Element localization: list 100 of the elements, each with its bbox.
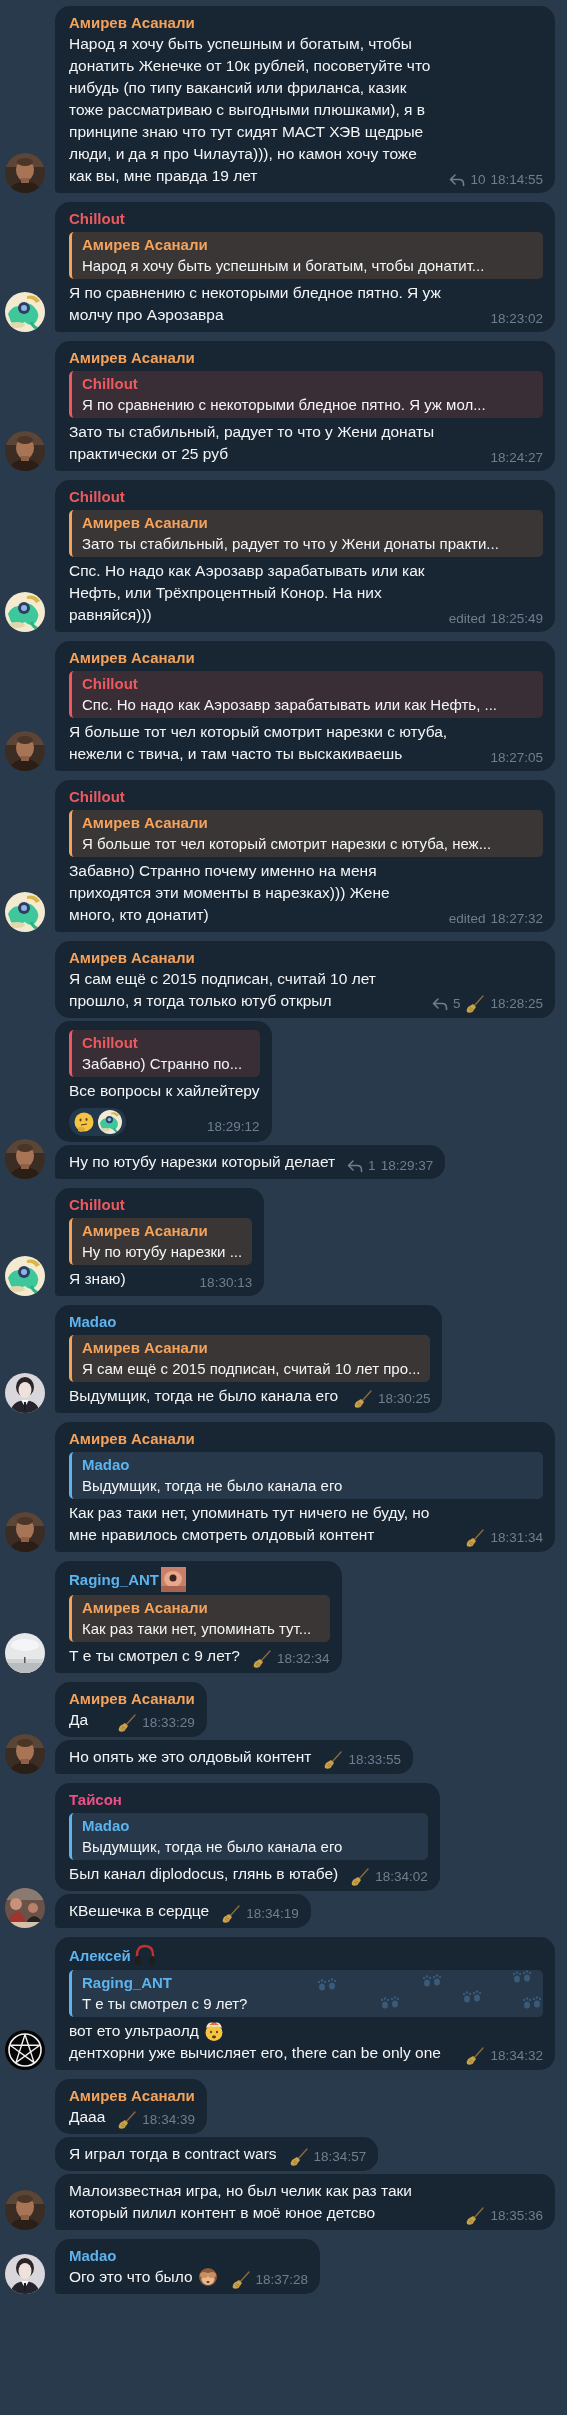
message-time: 18:37:28 bbox=[255, 2271, 309, 2289]
message-text: Дааа bbox=[69, 2108, 106, 2125]
sender-name[interactable]: Амирев Асанали bbox=[69, 347, 195, 368]
sender-name[interactable]: Madao bbox=[69, 2245, 117, 2266]
quote-text: Зато ты стабильный, радует то что у Жени донаты практи... bbox=[82, 534, 499, 554]
quote-text: Я больше тот чел который смотрит нарезки с ютуба, неж... bbox=[82, 834, 492, 854]
message-time: 18:34:57 bbox=[313, 2148, 367, 2166]
message-text: Был канал diplodocus, глянь в ютабе) bbox=[69, 1865, 339, 1882]
thinking-face-icon bbox=[73, 1111, 95, 1133]
message-text: дентхорни уже вычисляет его, there can be only one bbox=[69, 2043, 441, 2063]
sender-name[interactable]: Амирев Асанали bbox=[69, 947, 195, 968]
message-time: 18:14:55 bbox=[490, 171, 543, 189]
message-time: 18:29:12 bbox=[207, 1118, 260, 1136]
message-time: 18:34:19 bbox=[246, 1905, 299, 1923]
reply-quote[interactable]: Амирев Асанали Как раз таки нет, упоминать тут... bbox=[69, 1595, 330, 1642]
quote-author: Амирев Асанали bbox=[82, 813, 208, 833]
sender-name[interactable]: Raging_ANT bbox=[69, 1569, 159, 1590]
sender-name[interactable]: Амирев Асанали bbox=[69, 1688, 195, 1709]
edited-label: edited bbox=[448, 910, 486, 928]
quote-author: Chillout bbox=[82, 1033, 138, 1053]
quote-text: Забавно) Странно по... bbox=[82, 1054, 243, 1074]
paw-print-icon bbox=[380, 1996, 400, 2010]
reply-quote[interactable]: Chillout Забавно) Странно по... bbox=[69, 1030, 260, 1077]
quote-text: Я сам ещё с 2015 подписан, считай 10 лет про... bbox=[82, 1359, 421, 1379]
sender-name[interactable]: Chillout bbox=[69, 1194, 125, 1215]
message-time: 18:35:36 bbox=[490, 2207, 543, 2225]
quote-author: Madao bbox=[82, 1816, 130, 1836]
reply-icon bbox=[449, 173, 466, 187]
message-text: Народ я хочу быть успешным и богатым, чтобы донатить Женечке от 10к рублей, посоветуйте что нибудь (по типу вакансий или фриланса, казик тоже рассматриваю с выгодными плюшками), я в принципе знаю что тут сидят МАСТ ХЭВ щедрые люди, и да я про Чилаута))), но камон хочу тоже как вы, мне правда 19 лет bbox=[69, 35, 431, 184]
paw-print-icon bbox=[422, 1974, 442, 1988]
reply-quote[interactable]: Амирев Асанали Зато ты стабильный, радует то что у Жени донаты практи... bbox=[69, 510, 543, 557]
message-time: 18:33:55 bbox=[348, 1751, 401, 1769]
message-text: Забавно) Странно почему именно на меня приходятся эти моменты в нарезках))) Жене много, кто донатит) bbox=[69, 862, 390, 923]
sender-name[interactable]: Амирев Асанали bbox=[69, 647, 195, 668]
message-time: 18:34:39 bbox=[142, 2111, 195, 2129]
message-text: Я по сравнению с некоторыми бледное пятно. Я уж молчу про Аэрозавра bbox=[69, 284, 441, 323]
message-time: 18:34:32 bbox=[490, 2047, 543, 2065]
message-time: 18:34:02 bbox=[375, 1868, 428, 1886]
message-text: Спс. Но надо как Аэрозавр зарабатывать или как Нефть, или Трёхпроцентный Конор. На них равняйся))) bbox=[69, 562, 425, 623]
reply-quote[interactable]: Амирев Асанали Народ я хочу быть успешным и богатым, чтобы донатит... bbox=[69, 232, 543, 279]
message-text: Малоизвестная игра, но был челик как раз таки который пилил контент в моё юное детсво bbox=[69, 2182, 412, 2221]
sender-name[interactable]: Алексей bbox=[69, 1944, 131, 1966]
message-time: 18:29:37 bbox=[380, 1157, 434, 1175]
message-text: Все вопросы к хайлейтеру bbox=[69, 1082, 260, 1099]
pentagram-icon bbox=[5, 2030, 45, 2070]
message-time: 18:28:25 bbox=[490, 995, 543, 1013]
quote-author: Chillout bbox=[82, 374, 138, 394]
reply-icon bbox=[431, 997, 448, 1011]
quote-text: Ну по ютубу нарезки ... bbox=[82, 1242, 243, 1262]
reply-quote[interactable]: Madao Выдумщик, тогда не было канала его bbox=[69, 1813, 428, 1860]
quote-author: Амирев Асанали bbox=[82, 1598, 208, 1618]
sender-name[interactable]: Амирев Асанали bbox=[69, 2085, 195, 2106]
reply-quote[interactable]: Madao Выдумщик, тогда не было канала его bbox=[69, 1452, 543, 1499]
quote-text: Спс. Но надо как Аэрозавр зарабатывать или как Нефть, ... bbox=[82, 695, 498, 715]
quote-text: Выдумщик, тогда не было канала его bbox=[82, 1476, 343, 1496]
message-text: Ого это что было bbox=[69, 2267, 193, 2287]
reply-quote[interactable]: Raging_ANT Т е ты смотрел с 9 лет? bbox=[69, 1970, 543, 2017]
sender-name[interactable]: Chillout bbox=[69, 208, 125, 229]
message-time: 18:24:27 bbox=[490, 449, 543, 467]
reply-quote[interactable]: Chillout Спс. Но надо как Аэрозавр зарабатывать или как Нефть, ... bbox=[69, 671, 543, 718]
reaction-chip[interactable] bbox=[69, 1108, 126, 1136]
message-time: 18:32:34 bbox=[276, 1650, 330, 1668]
sender-name[interactable]: Chillout bbox=[69, 486, 125, 507]
message-text: Зато ты стабильный, радует то что у Жени донаты практически от 25 руб bbox=[69, 423, 435, 462]
message-time: 18:27:32 bbox=[490, 910, 543, 928]
reply-quote[interactable]: Амирев Асанали Я больше тот чел который смотрит нарезки с ютуба, неж... bbox=[69, 810, 543, 857]
sender-name[interactable]: Chillout bbox=[69, 786, 125, 807]
reply-count[interactable]: 1 bbox=[368, 1157, 376, 1175]
sender-name[interactable]: Амирев Асанали bbox=[69, 1428, 195, 1449]
message-time: 18:25:49 bbox=[490, 610, 543, 628]
reply-count[interactable]: 10 bbox=[470, 171, 486, 189]
paw-print-icon bbox=[317, 1978, 337, 1992]
quote-text: Т е ты смотрел с 9 лет? bbox=[82, 1994, 248, 2014]
message-time: 18:27:05 bbox=[490, 749, 543, 767]
message-text: вот ето ультраолд bbox=[69, 2021, 199, 2041]
message-text: Т е ты смотрел с 9 лет? bbox=[69, 1647, 240, 1664]
message-text: Ну по ютубу нарезки который делает bbox=[69, 1153, 336, 1170]
message-time: 18:30:13 bbox=[199, 1274, 253, 1292]
edited-label: edited bbox=[448, 610, 486, 628]
quote-author: Амирев Асанали bbox=[82, 513, 208, 533]
message-time: 18:31:34 bbox=[490, 1529, 543, 1547]
message-text: Выдумщик, тогда не было канала его bbox=[69, 1387, 339, 1404]
message-text: Я больше тот чел который смотрит нарезки с ютуба, нежели с твича, и там часто ты выскакиваешь bbox=[69, 723, 448, 762]
paw-print-icon bbox=[462, 1990, 482, 2004]
paw-print-icon bbox=[512, 1970, 532, 1984]
message-text: Да bbox=[69, 1711, 89, 1728]
sender-name[interactable]: Тайсон bbox=[69, 1789, 122, 1810]
reply-quote[interactable]: Chillout Я по сравнению с некоторыми бледное пятно. Я уж мол... bbox=[69, 371, 543, 418]
reply-quote[interactable]: Амирев Асанали Ну по ютубу нарезки ... bbox=[69, 1218, 253, 1265]
message-time: 18:30:25 bbox=[377, 1390, 431, 1408]
reply-quote[interactable]: Амирев Асанали Я сам ещё с 2015 подписан, считай 10 лет про... bbox=[69, 1335, 431, 1382]
sender-name[interactable]: Madao bbox=[69, 1311, 117, 1332]
quote-author: Амирев Асанали bbox=[82, 1221, 208, 1241]
sender-name[interactable]: Амирев Асанали bbox=[69, 12, 195, 33]
quote-author: Chillout bbox=[82, 674, 138, 694]
reply-count[interactable]: 5 bbox=[452, 995, 461, 1013]
message-text: Но опять же это олдовый контент bbox=[69, 1748, 312, 1765]
quote-author: Амирев Асанали bbox=[82, 235, 208, 255]
quote-text: Выдумщик, тогда не было канала его bbox=[82, 1837, 343, 1857]
monkey-emoji-icon bbox=[196, 2266, 219, 2288]
